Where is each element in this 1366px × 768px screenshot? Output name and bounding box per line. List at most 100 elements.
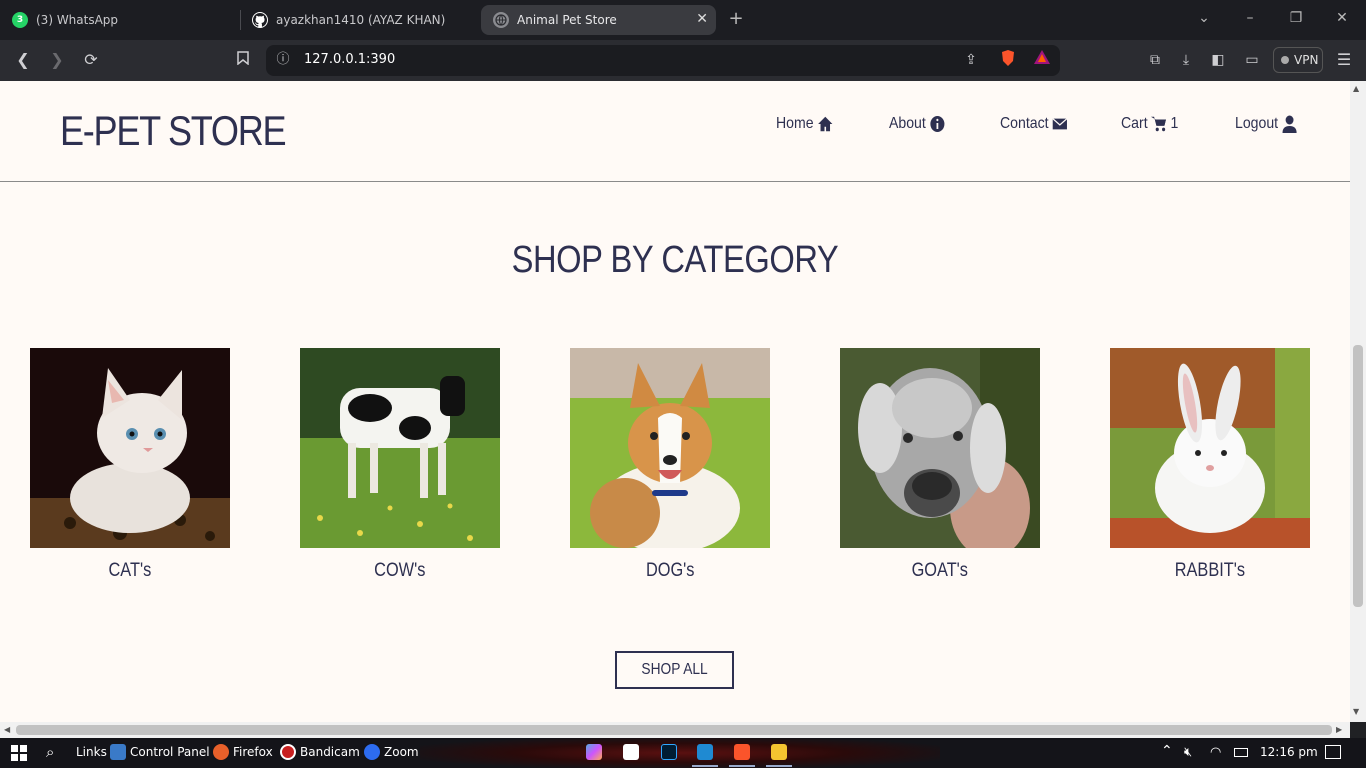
forward-icon[interactable]: ❯ xyxy=(46,49,68,71)
category-label[interactable]: RABBIT's xyxy=(1110,560,1310,582)
scroll-down-arrow-icon[interactable]: ▼ xyxy=(1353,707,1359,716)
wallet-icon[interactable]: ▭ xyxy=(1241,49,1263,71)
reload-icon[interactable]: ⟳ xyxy=(80,49,102,71)
brand-logo[interactable]: E-PET STORE xyxy=(60,107,287,155)
close-tab-icon[interactable]: ✕ xyxy=(696,11,708,27)
category-label[interactable]: COW's xyxy=(300,560,500,582)
notification-icon[interactable] xyxy=(1325,745,1341,759)
brave-active-indicator xyxy=(729,765,755,767)
horizontal-scrollbar-thumb[interactable] xyxy=(16,725,1332,735)
cow-photo[interactable] xyxy=(300,348,500,548)
section-heading: SHOP BY CATEGORY xyxy=(511,239,839,281)
new-tab-button[interactable]: + xyxy=(726,8,746,29)
vscode-icon[interactable] xyxy=(697,744,713,760)
nav-label: Logout xyxy=(1235,115,1279,132)
bandicam-icon xyxy=(280,744,296,760)
whatsapp-icon: 3 xyxy=(12,12,28,28)
extensions-icon[interactable]: ⧉ xyxy=(1144,49,1166,71)
scroll-left-arrow-icon[interactable]: ◀ xyxy=(4,725,10,734)
brave-rewards-icon[interactable] xyxy=(1031,49,1053,71)
vpn-button[interactable]: VPN xyxy=(1273,47,1323,73)
vertical-scrollbar-thumb[interactable] xyxy=(1353,345,1363,607)
sidebar-icon[interactable]: ◧ xyxy=(1207,49,1229,71)
user-icon xyxy=(1282,115,1297,133)
shop-all-button[interactable]: SHOP ALL xyxy=(615,651,734,689)
brave-icon[interactable] xyxy=(734,744,750,760)
wifi-icon[interactable]: ◠ xyxy=(1210,745,1221,760)
scroll-right-arrow-icon[interactable]: ▶ xyxy=(1336,725,1342,734)
vpn-label: VPN xyxy=(1294,53,1319,67)
file-explorer-icon[interactable] xyxy=(771,744,787,760)
photoshop-icon[interactable] xyxy=(661,744,677,760)
nav-about[interactable]: About xyxy=(889,115,945,133)
nav-contact[interactable]: Contact xyxy=(1000,115,1068,133)
kitten-photo[interactable] xyxy=(30,348,230,548)
nav-label: Cart xyxy=(1121,115,1148,132)
tab-github[interactable]: ayazkhan1410 (AYAZ KHAN) xyxy=(240,5,480,35)
volume-muted-icon[interactable]: 🔇︎ xyxy=(1184,745,1192,760)
taskbar-control-panel[interactable]: Control Panel xyxy=(130,745,210,759)
web-page: E-PET STORE Home About Contact Cart 1 Lo… xyxy=(0,81,1350,722)
tab-search-chevron-icon[interactable]: ⌄ xyxy=(1194,10,1214,26)
url-text[interactable]: 127.0.0.1:390 xyxy=(304,52,395,67)
cart-count: 1 xyxy=(1170,115,1179,132)
minimize-icon[interactable]: – xyxy=(1240,10,1260,26)
info-icon xyxy=(930,116,945,132)
firefox-icon xyxy=(213,744,229,760)
home-icon xyxy=(817,116,833,132)
taskbar-firefox[interactable]: Firefox xyxy=(233,745,273,759)
download-icon[interactable]: ⤓ xyxy=(1175,49,1197,71)
nav-label: Contact xyxy=(1000,115,1049,132)
search-icon[interactable]: ⌕ xyxy=(46,743,54,761)
category-card-cow[interactable]: COW's xyxy=(300,348,500,582)
nav-cart[interactable]: Cart 1 xyxy=(1121,115,1178,133)
category-label[interactable]: GOAT's xyxy=(840,560,1040,582)
scroll-up-arrow-icon[interactable]: ▲ xyxy=(1353,84,1359,93)
category-card-cat[interactable]: CAT's xyxy=(30,348,230,582)
battery-icon[interactable] xyxy=(1234,748,1248,757)
header-divider xyxy=(0,181,1350,182)
nav-label: Home xyxy=(776,115,814,132)
bookmark-icon[interactable] xyxy=(232,49,254,71)
vpn-status-icon xyxy=(1281,56,1289,64)
taskbar-clock[interactable]: 12:16 pm xyxy=(1260,745,1318,759)
menu-icon[interactable]: ☰ xyxy=(1333,49,1355,71)
cart-icon xyxy=(1151,116,1167,132)
vscode-active-indicator xyxy=(692,765,718,767)
taskbar-zoom[interactable]: Zoom xyxy=(384,745,419,759)
tab-whatsapp[interactable]: 3 (3) WhatsApp xyxy=(0,5,240,35)
nav-label: About xyxy=(889,115,926,132)
copilot-icon[interactable] xyxy=(586,744,602,760)
taskbar-wallpaper-glow xyxy=(420,738,940,768)
capcut-icon[interactable] xyxy=(623,744,639,760)
nav-logout[interactable]: Logout xyxy=(1235,115,1297,133)
taskbar-links[interactable]: Links xyxy=(76,745,107,759)
restore-icon[interactable]: ❐ xyxy=(1286,10,1306,26)
category-card-dog[interactable]: DOG's xyxy=(570,348,770,582)
taskbar-bandicam[interactable]: Bandicam xyxy=(300,745,360,759)
tray-chevron-icon[interactable]: ⌃ xyxy=(1161,743,1173,759)
tab-animal-pet-store[interactable]: Animal Pet Store ✕ xyxy=(481,5,716,35)
site-info-icon[interactable]: ⓘ xyxy=(272,49,294,71)
category-label[interactable]: CAT's xyxy=(30,560,230,582)
category-label[interactable]: DOG's xyxy=(570,560,770,582)
goat-photo[interactable] xyxy=(840,348,1040,548)
tab-label: Animal Pet Store xyxy=(517,13,617,27)
category-card-rabbit[interactable]: RABBIT's xyxy=(1110,348,1310,582)
github-icon xyxy=(252,12,268,28)
brave-shield-icon[interactable] xyxy=(997,49,1019,71)
back-icon[interactable]: ❮ xyxy=(12,49,34,71)
explorer-active-indicator xyxy=(766,765,792,767)
tab-label: ayazkhan1410 (AYAZ KHAN) xyxy=(276,13,446,27)
zoom-icon xyxy=(364,744,380,760)
rabbit-photo[interactable] xyxy=(1110,348,1310,548)
envelope-icon xyxy=(1052,118,1068,130)
globe-icon xyxy=(493,12,509,28)
windows-start-icon[interactable] xyxy=(11,745,27,765)
share-icon[interactable]: ⇪ xyxy=(960,49,982,71)
nav-home[interactable]: Home xyxy=(776,115,833,133)
control-panel-icon xyxy=(110,744,126,760)
corgi-photo[interactable] xyxy=(570,348,770,548)
category-card-goat[interactable]: GOAT's xyxy=(840,348,1040,582)
close-window-icon[interactable]: ✕ xyxy=(1332,10,1352,26)
